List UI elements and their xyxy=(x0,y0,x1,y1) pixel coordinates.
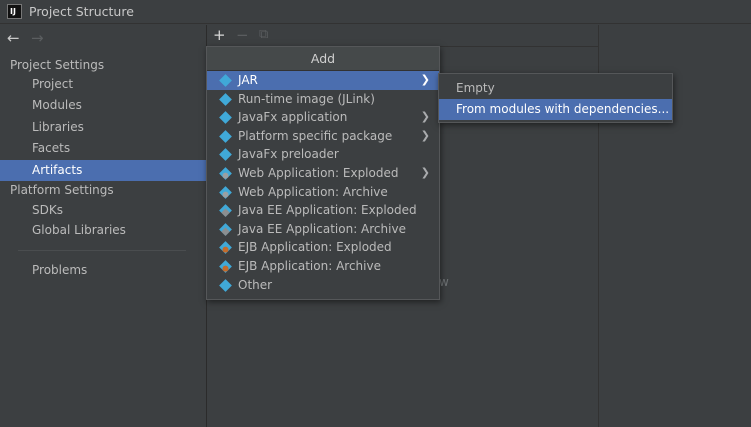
web-app-icon xyxy=(219,167,232,180)
sidebar-item-artifacts[interactable]: Artifacts xyxy=(0,160,206,181)
title-bar: IJ Project Structure xyxy=(0,0,751,24)
artifacts-toolbar: + − ⧉ xyxy=(207,25,599,47)
sidebar-item-sdks[interactable]: SDKs xyxy=(0,200,206,221)
jar-icon xyxy=(219,74,232,87)
sidebar: ← → Project Settings Project Modules Lib… xyxy=(0,25,206,427)
add-menu-title: Add xyxy=(207,47,439,71)
menu-item-ejb-exploded[interactable]: EJB Application: Exploded xyxy=(207,238,439,257)
package-icon xyxy=(219,129,232,143)
menu-item-javafx-application[interactable]: JavaFx application ❯ xyxy=(207,108,439,127)
sidebar-item-modules[interactable]: Modules xyxy=(0,95,206,116)
ejb-icon xyxy=(219,260,232,273)
menu-item-label: JAR xyxy=(238,73,258,87)
jar-submenu: Empty From modules with dependencies... xyxy=(438,73,673,123)
window-title: Project Structure xyxy=(29,4,134,19)
menu-item-jar[interactable]: JAR ❯ xyxy=(207,71,439,90)
javaee-icon xyxy=(219,222,232,236)
javaee-icon xyxy=(219,204,232,218)
sidebar-item-problems[interactable]: Problems xyxy=(0,260,206,281)
menu-item-javaee-archive[interactable]: Java EE Application: Archive xyxy=(207,220,439,239)
copy-icon[interactable]: ⧉ xyxy=(259,27,268,43)
platform-settings-header: Platform Settings xyxy=(10,183,114,197)
menu-item-label: Platform specific package xyxy=(238,128,393,143)
back-arrow-icon[interactable]: ← xyxy=(7,29,20,47)
sidebar-item-libraries[interactable]: Libraries xyxy=(0,117,206,138)
sidebar-item-global-libraries[interactable]: Global Libraries xyxy=(0,220,206,241)
artifact-icon xyxy=(219,278,232,292)
forward-arrow-icon[interactable]: → xyxy=(31,29,44,47)
javafx-icon xyxy=(219,148,232,162)
add-icon[interactable]: + xyxy=(213,27,226,43)
chevron-right-icon: ❯ xyxy=(420,165,430,179)
javafx-icon xyxy=(219,111,232,125)
menu-item-runtime-image[interactable]: Run-time image (JLink) xyxy=(207,90,439,109)
menu-item-web-app-exploded[interactable]: Web Application: Exploded ❯ xyxy=(207,164,439,183)
menu-item-other[interactable]: Other xyxy=(207,276,439,295)
menu-item-label: Run-time image (JLink) xyxy=(238,91,375,106)
menu-item-ejb-archive[interactable]: EJB Application: Archive xyxy=(207,257,439,276)
submenu-item-empty[interactable]: Empty xyxy=(439,78,672,99)
submenu-item-from-modules[interactable]: From modules with dependencies... xyxy=(439,99,672,120)
menu-item-label: JavaFx application xyxy=(238,110,348,125)
ejb-icon xyxy=(219,241,232,255)
menu-item-label: Java EE Application: Exploded xyxy=(238,203,417,218)
sidebar-item-facets[interactable]: Facets xyxy=(0,138,206,159)
project-settings-header: Project Settings xyxy=(10,58,105,72)
menu-item-label: EJB Application: Archive xyxy=(238,258,381,273)
chevron-right-icon: ❯ xyxy=(420,128,430,142)
menu-item-web-app-archive[interactable]: Web Application: Archive xyxy=(207,183,439,202)
empty-state-hint: w xyxy=(439,275,449,289)
menu-item-label: JavaFx preloader xyxy=(238,147,339,162)
sidebar-item-project[interactable]: Project xyxy=(0,74,206,95)
sidebar-divider xyxy=(18,250,186,251)
menu-item-label: Web Application: Archive xyxy=(238,184,388,199)
menu-item-javafx-preloader[interactable]: JavaFx preloader xyxy=(207,145,439,164)
runtime-image-icon xyxy=(219,92,232,106)
intellij-logo-icon: IJ xyxy=(7,4,22,19)
add-artifact-menu: Add JAR ❯ Run-time image (JLink) JavaFx … xyxy=(206,46,440,300)
menu-item-label: Web Application: Exploded xyxy=(238,165,399,180)
remove-icon[interactable]: − xyxy=(236,27,249,43)
chevron-right-icon: ❯ xyxy=(420,73,430,86)
menu-item-label: EJB Application: Exploded xyxy=(238,240,392,255)
chevron-right-icon: ❯ xyxy=(420,110,430,124)
menu-item-label: Other xyxy=(238,277,273,292)
menu-item-label: Java EE Application: Archive xyxy=(238,221,406,236)
menu-item-platform-package[interactable]: Platform specific package ❯ xyxy=(207,127,439,146)
web-app-icon xyxy=(219,185,232,199)
menu-item-javaee-exploded[interactable]: Java EE Application: Exploded xyxy=(207,201,439,220)
